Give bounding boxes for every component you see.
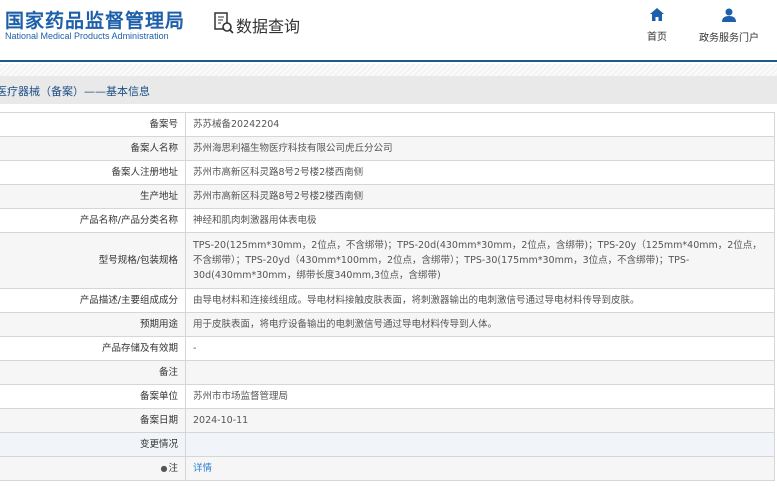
table-row: 备案人注册地址 苏州市高新区科灵路8号2号楼2楼西南侧 <box>0 160 775 185</box>
row-label: 产品名称/产品分类名称 <box>0 208 186 233</box>
row-label: 预期用途 <box>0 312 186 337</box>
table-row: 备案单位 苏州市市场监督管理局 <box>0 384 775 409</box>
row-value: 苏苏械备20242204 <box>185 112 775 137</box>
row-value-text: 神经和肌肉刺激器用体表电极 <box>193 215 317 226</box>
record-detail-table: 备案号 苏苏械备20242204 备案人名称 苏州海思利福生物医疗科技有限公司虎丘分公… <box>0 112 775 481</box>
row-value-text: 苏州市高新区科灵路8号2号楼2楼西南侧 <box>193 167 364 178</box>
pin-icon: ● <box>160 464 168 473</box>
row-label-text: 预期用途 <box>139 319 178 330</box>
table-row: 备案人名称 苏州海思利福生物医疗科技有限公司虎丘分公司 <box>0 136 775 161</box>
row-value-text: TPS-20(125mm*30mm，2位点，不含绑带)；TPS-20d(430m… <box>193 240 762 281</box>
row-value: - <box>185 336 775 361</box>
table-row: ●注 详情 <box>0 456 775 481</box>
row-label: 备案日期 <box>0 408 186 433</box>
nav-home[interactable]: 首页 <box>647 8 667 43</box>
row-value: 2024-10-11 <box>185 408 775 433</box>
table-row: 产品存储及有效期 - <box>0 336 775 361</box>
row-label-text: 备案人注册地址 <box>111 167 178 178</box>
row-value: 用于皮肤表面，将电疗设备输出的电刺激信号通过导电材料传导到人体。 <box>185 312 775 337</box>
row-label: 变更情况 <box>0 432 186 457</box>
row-label: 产品存储及有效期 <box>0 336 186 361</box>
row-value <box>185 360 775 385</box>
row-value: 苏州市高新区科灵路8号2号楼2楼西南侧 <box>185 160 775 185</box>
table-row: 备注 <box>0 360 775 385</box>
row-label: 备案号 <box>0 112 186 137</box>
row-label: 生产地址 <box>0 184 186 209</box>
data-query-label: 数据查询 <box>236 17 301 36</box>
row-label: ●注 <box>0 456 186 481</box>
table-row: 产品描述/主要组成成分 由导电材料和连接线组成。导电材料接触皮肤表面，将刺激器输出… <box>0 288 775 313</box>
row-value-text: 用于皮肤表面，将电疗设备输出的电刺激信号通过导电材料传导到人体。 <box>193 319 498 330</box>
details-link[interactable]: 详情 <box>193 463 212 474</box>
site-header: 国家药品监督管理局 National Medical Products Admi… <box>0 0 777 62</box>
row-value <box>185 432 775 457</box>
row-label-text: 变更情况 <box>139 439 178 450</box>
header-divider <box>0 64 777 76</box>
row-value: 神经和肌肉刺激器用体表电极 <box>185 208 775 233</box>
row-value: TPS-20(125mm*30mm，2位点，不含绑带)；TPS-20d(430m… <box>185 232 775 289</box>
row-value: 由导电材料和连接线组成。导电材料接触皮肤表面，将刺激器输出的电刺激信号通过导电材… <box>185 288 775 313</box>
row-label: 型号规格/包装规格 <box>0 232 186 289</box>
row-value: 苏州市市场监督管理局 <box>185 384 775 409</box>
table-row: 备案日期 2024-10-11 <box>0 408 775 433</box>
row-label: 备案人注册地址 <box>0 160 186 185</box>
row-label-text: 备案日期 <box>139 415 178 426</box>
home-icon <box>650 8 664 24</box>
table-row: 产品名称/产品分类名称 神经和肌肉刺激器用体表电极 <box>0 208 775 233</box>
row-value: 详情 <box>185 456 775 481</box>
nav-service-portal[interactable]: 政务服务门户 <box>699 8 759 44</box>
breadcrumb: 医疗器械（备案）——基本信息 <box>0 85 150 98</box>
table-row: 型号规格/包装规格 TPS-20(125mm*30mm，2位点，不含绑带)；TPS… <box>0 232 775 289</box>
row-value: 苏州市高新区科灵路8号2号楼2楼西南侧 <box>185 184 775 209</box>
row-label-text: 生产地址 <box>139 191 178 202</box>
row-label-text: 产品描述/主要组成成分 <box>79 295 178 306</box>
row-value-text: - <box>193 343 197 354</box>
breadcrumb-bar: 医疗器械（备案）——基本信息 <box>0 76 777 104</box>
user-icon <box>722 8 736 25</box>
table-row: 生产地址 苏州市高新区科灵路8号2号楼2楼西南侧 <box>0 184 775 209</box>
row-label: 备案人名称 <box>0 136 186 161</box>
row-value-text: 2024-10-11 <box>193 415 249 426</box>
document-search-icon <box>214 12 234 38</box>
row-value-text: 苏州市市场监督管理局 <box>193 391 289 402</box>
nav-service-portal-label: 政务服务门户 <box>699 33 759 44</box>
data-query-title: 数据查询 <box>214 12 300 38</box>
nav-home-label: 首页 <box>647 32 667 43</box>
logo-title[interactable]: 国家药品监督管理局 <box>5 6 185 33</box>
row-value-text: 苏州市高新区科灵路8号2号楼2楼西南侧 <box>193 191 364 202</box>
row-label-text: 产品名称/产品分类名称 <box>79 215 178 226</box>
row-label-text: 备注 <box>158 367 178 378</box>
table-row: 备案号 苏苏械备20242204 <box>0 112 775 137</box>
row-label-text: 注 <box>168 463 178 474</box>
row-value: 苏州海思利福生物医疗科技有限公司虎丘分公司 <box>185 136 775 161</box>
row-label: 备案单位 <box>0 384 186 409</box>
row-label-text: 备案人名称 <box>130 143 178 154</box>
row-value-text: 由导电材料和连接线组成。导电材料接触皮肤表面，将刺激器输出的电刺激信号通过导电材… <box>193 295 640 306</box>
row-value-text: 苏州海思利福生物医疗科技有限公司虎丘分公司 <box>193 143 393 154</box>
row-label-text: 备案号 <box>149 119 178 130</box>
row-label: 备注 <box>0 360 186 385</box>
row-label-text: 型号规格/包装规格 <box>98 255 178 266</box>
row-value-text: 苏苏械备20242204 <box>193 119 280 130</box>
row-label: 产品描述/主要组成成分 <box>0 288 186 313</box>
table-row: 变更情况 <box>0 432 775 457</box>
table-row: 预期用途 用于皮肤表面，将电疗设备输出的电刺激信号通过导电材料传导到人体。 <box>0 312 775 337</box>
logo-subtitle: National Medical Products Administration <box>5 31 169 41</box>
row-label-text: 备案单位 <box>139 391 178 402</box>
row-label-text: 产品存储及有效期 <box>101 343 178 354</box>
